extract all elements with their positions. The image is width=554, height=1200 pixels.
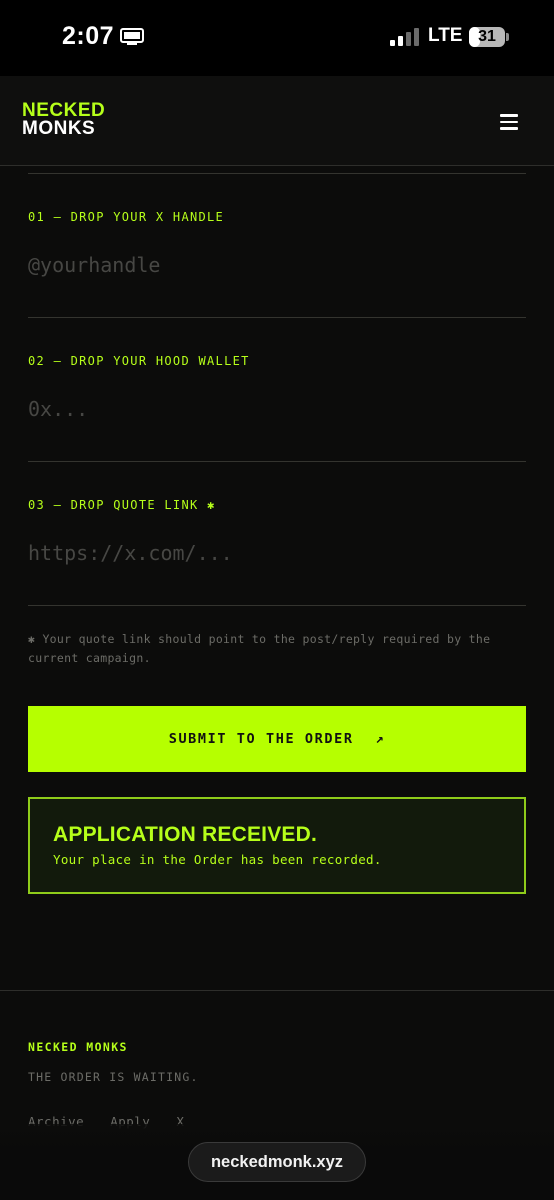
hamburger-menu-icon[interactable] <box>500 113 522 131</box>
x-handle-input[interactable] <box>28 245 526 285</box>
network-type: LTE <box>428 25 463 46</box>
submit-button[interactable]: SUBMIT TO THE ORDER ↗ <box>28 706 526 772</box>
success-title: APPLICATION RECEIVED. <box>53 823 318 846</box>
success-message-box: APPLICATION RECEIVED. Your place in the … <box>28 797 526 894</box>
signal-icon <box>390 28 420 46</box>
quote-link-input[interactable] <box>28 533 526 573</box>
battery-tip <box>506 33 509 41</box>
quote-link-field-divider <box>28 605 526 606</box>
wallet-field-divider <box>28 461 526 462</box>
form-top-divider <box>28 173 526 174</box>
handle-field-label: 01 — DROP YOUR X HANDLE <box>28 210 225 224</box>
wallet-field-label: 02 — DROP YOUR HOOD WALLET <box>28 354 250 368</box>
status-time: 2:07 <box>62 22 115 50</box>
logo-line-2: MONKS <box>22 118 96 139</box>
wallet-input[interactable] <box>28 389 526 429</box>
submit-button-label: SUBMIT TO THE ORDER <box>168 731 354 747</box>
battery-level: 31 <box>478 28 496 45</box>
status-bar: 2:07 LTE 31 <box>0 0 554 76</box>
battery-icon: 31 <box>469 27 505 47</box>
screen-mirroring-icon <box>120 28 144 45</box>
quote-link-field-label: 03 — DROP QUOTE LINK ✱ <box>28 498 216 512</box>
footer-brand: NECKED MONKS <box>28 1040 128 1054</box>
footer-tagline: THE ORDER IS WAITING. <box>28 1070 199 1084</box>
address-bar[interactable]: neckedmonk.xyz <box>188 1142 366 1182</box>
handle-field-divider <box>28 317 526 318</box>
site-header: NECKED MONKS <box>0 76 554 166</box>
quote-link-note: ✱ Your quote link should point to the po… <box>28 632 491 665</box>
arrow-up-right-icon: ↗ <box>375 731 386 747</box>
site-logo[interactable]: NECKED MONKS <box>22 101 105 139</box>
footer-divider <box>0 990 554 991</box>
success-text: Your place in the Order has been recorde… <box>53 852 382 867</box>
